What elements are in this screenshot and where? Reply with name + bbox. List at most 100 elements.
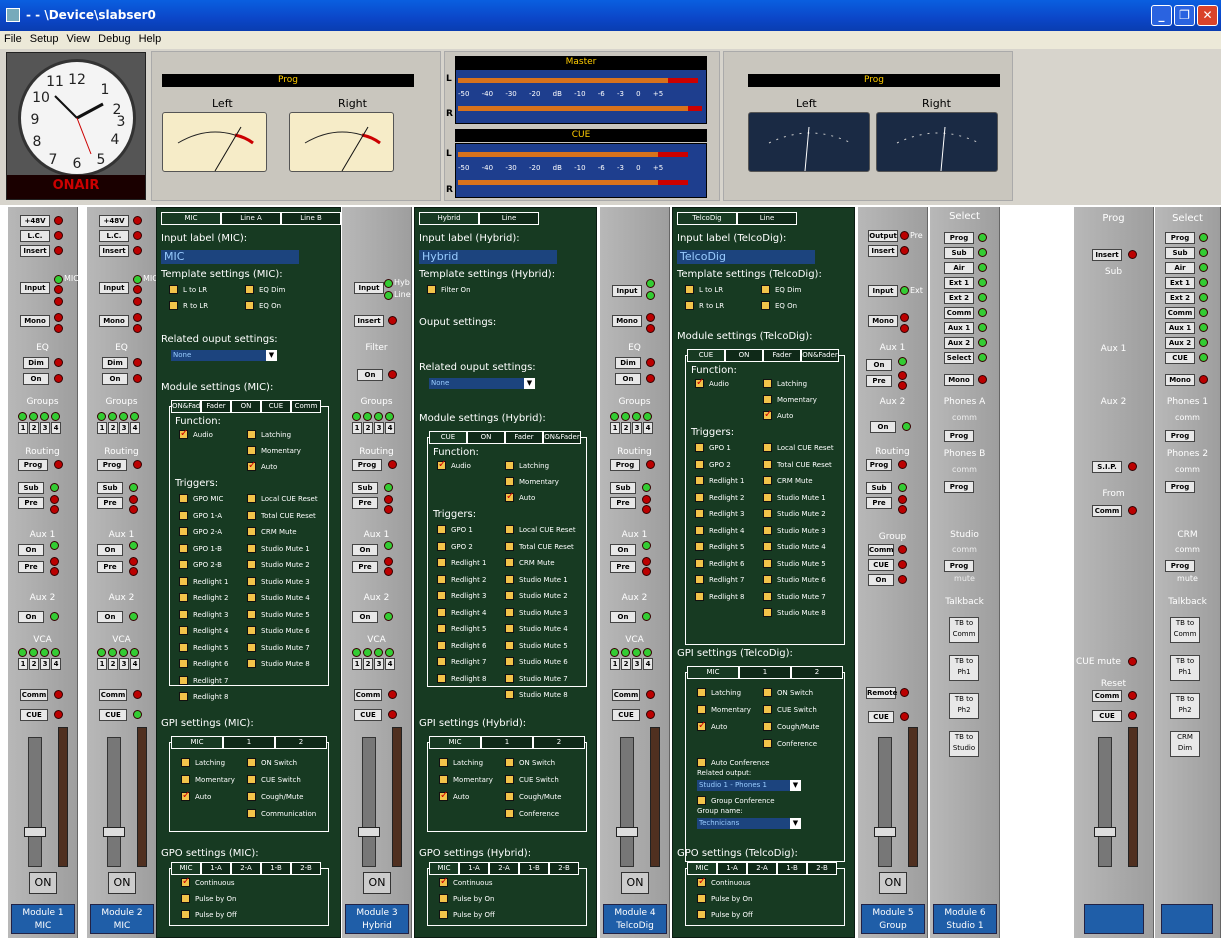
group-3-button[interactable]: 3 bbox=[632, 422, 642, 434]
master-talkback-button-2[interactable]: TB to Ph2 bbox=[1170, 693, 1200, 719]
master-select-item-7[interactable]: Aux 2 bbox=[1165, 337, 1195, 349]
gpi-right-1-checkbox[interactable] bbox=[763, 705, 772, 714]
eq-dim-button[interactable]: Dim bbox=[23, 357, 49, 369]
gpi-tab-0[interactable]: MIC bbox=[429, 736, 481, 749]
trigger-left-6-checkbox[interactable] bbox=[179, 593, 188, 602]
gpo-tab-1[interactable]: 1-A bbox=[717, 862, 747, 875]
master-select-item-6[interactable]: Aux 1 bbox=[1165, 322, 1195, 334]
master-select-item-2[interactable]: Air bbox=[1165, 262, 1195, 274]
trigger-right-4-checkbox[interactable] bbox=[247, 560, 256, 569]
channel-on-button[interactable]: ON bbox=[363, 872, 391, 894]
input-tab-0[interactable]: TelcoDig bbox=[677, 212, 737, 225]
vca-3-button[interactable]: 3 bbox=[632, 658, 642, 670]
gpi-tab-0[interactable]: MIC bbox=[171, 736, 223, 749]
eq-on-button[interactable]: On bbox=[615, 373, 641, 385]
module-tab-4[interactable]: Comm bbox=[291, 400, 321, 413]
trigger-right-3-checkbox[interactable] bbox=[763, 492, 772, 502]
trigger-left-7-checkbox[interactable] bbox=[695, 558, 704, 568]
channel-fader[interactable] bbox=[107, 737, 121, 867]
input-button[interactable]: Input bbox=[20, 282, 50, 294]
phones1-prog-button[interactable]: Prog bbox=[1165, 430, 1195, 442]
routing-sub-button[interactable]: Sub bbox=[866, 482, 892, 494]
insert-button[interactable]: Insert bbox=[354, 315, 384, 327]
fader-knob-icon[interactable] bbox=[1094, 827, 1116, 837]
trigger-left-1-checkbox[interactable] bbox=[179, 510, 188, 520]
gpi-tab-2[interactable]: 2 bbox=[791, 666, 843, 679]
trigger-left-6-checkbox[interactable] bbox=[437, 624, 446, 633]
select-item-7[interactable]: Aux 2 bbox=[944, 337, 974, 349]
master-talkback-button-3[interactable]: CRM Dim bbox=[1170, 731, 1200, 757]
gpi-right-2-checkbox[interactable] bbox=[247, 792, 256, 801]
group-2-button[interactable]: 2 bbox=[621, 422, 631, 434]
aux1-on-button[interactable]: On bbox=[97, 544, 123, 556]
input-tab-1[interactable]: Line A bbox=[221, 212, 281, 225]
trigger-left-10-checkbox[interactable] bbox=[179, 659, 188, 668]
eq-dim-button[interactable]: Dim bbox=[102, 357, 128, 369]
vca-2-button[interactable]: 2 bbox=[29, 658, 39, 670]
group-2-button[interactable]: 2 bbox=[29, 422, 39, 434]
group-3-button[interactable]: 3 bbox=[374, 422, 384, 434]
trigger-left-4-checkbox[interactable] bbox=[437, 591, 446, 600]
function-audio-checkbox[interactable] bbox=[179, 428, 188, 439]
aux1-pre-button[interactable]: Pre bbox=[610, 561, 636, 573]
group-1-button[interactable]: 1 bbox=[18, 422, 28, 434]
module-tab-2[interactable]: ON bbox=[231, 400, 261, 413]
insert-button[interactable]: Insert bbox=[1092, 249, 1122, 261]
group-name-select[interactable]: Technicians bbox=[697, 818, 801, 829]
insert-button[interactable]: Insert bbox=[99, 245, 129, 257]
group-4-button[interactable]: 4 bbox=[643, 422, 653, 434]
gpo-tab-3[interactable]: 1-B bbox=[261, 862, 291, 875]
channel-fader[interactable] bbox=[362, 737, 376, 867]
aux2-on-button[interactable]: On bbox=[18, 611, 44, 623]
gpo-item-1-checkbox[interactable] bbox=[181, 894, 190, 903]
gpi-left-1-checkbox[interactable] bbox=[697, 705, 706, 714]
routing-prog-button[interactable]: Prog bbox=[866, 459, 892, 471]
template-3-checkbox[interactable] bbox=[761, 301, 770, 310]
trigger-left-8-checkbox[interactable] bbox=[695, 575, 704, 584]
channel-on-button[interactable]: ON bbox=[29, 872, 57, 894]
cue-button[interactable]: CUE bbox=[354, 709, 382, 721]
phones-a-prog-button[interactable]: Prog bbox=[944, 430, 974, 442]
gpo-tab-2[interactable]: 2-A bbox=[489, 862, 519, 875]
gpo-item-1-checkbox[interactable] bbox=[697, 894, 706, 903]
trigger-right-9-checkbox[interactable] bbox=[247, 642, 256, 652]
mono-button[interactable]: Mono bbox=[944, 374, 974, 386]
gpo-tab-4[interactable]: 2-B bbox=[807, 862, 837, 875]
trigger-left-5-checkbox[interactable] bbox=[437, 607, 446, 617]
trigger-left-1-checkbox[interactable] bbox=[437, 541, 446, 551]
function-auto-checkbox[interactable] bbox=[247, 460, 256, 471]
eq-on-button[interactable]: On bbox=[102, 373, 128, 385]
gpo-tab-4[interactable]: 2-B bbox=[549, 862, 579, 875]
vca-1-button[interactable]: 1 bbox=[610, 658, 620, 670]
vca-2-button[interactable]: 2 bbox=[108, 658, 118, 670]
module-tab-2[interactable]: Fader bbox=[505, 431, 543, 444]
group-4-button[interactable]: 4 bbox=[51, 422, 61, 434]
trigger-left-7-checkbox[interactable] bbox=[437, 640, 446, 650]
function-momentary-checkbox[interactable] bbox=[247, 446, 256, 455]
trigger-right-1-checkbox[interactable] bbox=[763, 459, 772, 469]
trigger-left-11-checkbox[interactable] bbox=[179, 675, 188, 685]
routing-pre-button[interactable]: Pre bbox=[866, 497, 892, 509]
module-tab-0[interactable]: CUE bbox=[429, 431, 467, 444]
menu-setup[interactable]: Setup bbox=[26, 31, 63, 47]
select-item-0[interactable]: Prog bbox=[944, 232, 974, 244]
routing-sub-button[interactable]: Sub bbox=[18, 482, 44, 494]
trigger-right-4-checkbox[interactable] bbox=[763, 509, 772, 518]
gpo-tab-1[interactable]: 1-A bbox=[201, 862, 231, 875]
module-tab-1[interactable]: ON bbox=[725, 349, 763, 362]
select-item-6[interactable]: Aux 1 bbox=[944, 322, 974, 334]
template-0-checkbox[interactable] bbox=[427, 285, 436, 294]
reset-cue-button[interactable]: CUE bbox=[1092, 710, 1122, 722]
trigger-right-1-checkbox[interactable] bbox=[505, 541, 514, 551]
trigger-right-6-checkbox[interactable] bbox=[247, 593, 256, 602]
trigger-right-5-checkbox[interactable] bbox=[763, 525, 772, 535]
vca-2-button[interactable]: 2 bbox=[621, 658, 631, 670]
trigger-right-8-checkbox[interactable] bbox=[763, 575, 772, 584]
template-3-checkbox[interactable] bbox=[245, 301, 254, 310]
mono-button[interactable]: Mono bbox=[1165, 374, 1195, 386]
template-0-checkbox[interactable] bbox=[685, 285, 694, 294]
vca-4-button[interactable]: 4 bbox=[385, 658, 395, 670]
module-tab-0[interactable]: CUE bbox=[687, 349, 725, 362]
input-label-field[interactable]: TelcoDig bbox=[677, 250, 815, 264]
mono-button[interactable]: Mono bbox=[612, 315, 642, 327]
